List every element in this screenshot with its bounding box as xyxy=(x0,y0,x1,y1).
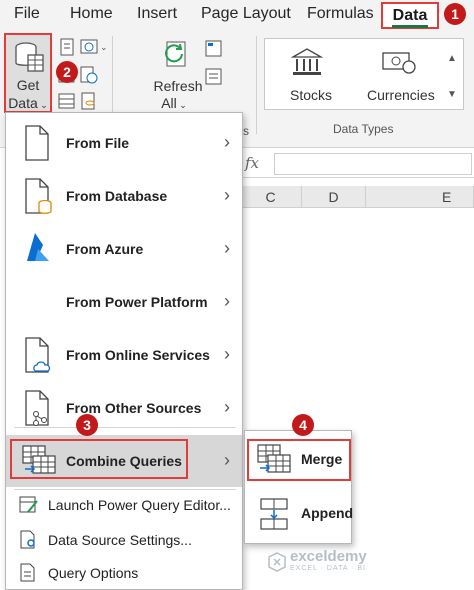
azure-logo-icon xyxy=(27,233,49,261)
cloud-file-icon xyxy=(25,337,51,373)
column-header-e[interactable]: E xyxy=(366,186,474,208)
menu-item-combine-queries[interactable]: Combine Queries › xyxy=(6,435,242,487)
chevron-down-icon: ⌄ xyxy=(37,100,48,110)
currency-icon[interactable] xyxy=(381,47,417,77)
tab-formulas[interactable]: Formulas xyxy=(307,5,374,23)
menu-divider xyxy=(14,427,236,428)
combine-queries-submenu: Merge Append xyxy=(244,430,354,544)
active-tab-indicator xyxy=(392,25,428,28)
chevron-right-icon: › xyxy=(224,397,230,417)
menu-item-label: Combine Queries xyxy=(66,453,182,469)
menu-item-label: Data Source Settings... xyxy=(48,532,192,548)
get-data-menu: From File › From Database › From Azure ›… xyxy=(5,112,243,590)
get-data-label-line1: Get xyxy=(16,77,40,93)
formula-input[interactable] xyxy=(274,153,472,175)
submenu-item-label: Append xyxy=(301,505,354,521)
menu-item-label: Query Options xyxy=(48,565,139,581)
svg-text:⌄: ⌄ xyxy=(100,42,108,52)
append-icon xyxy=(260,498,288,530)
column-header-d[interactable]: D xyxy=(302,186,366,208)
menu-item-label: From Database xyxy=(66,188,168,204)
menu-item-label: From Power Platform xyxy=(66,294,208,310)
tab-file[interactable]: File xyxy=(14,5,40,23)
tab-data-label: Data xyxy=(392,6,428,24)
tab-home[interactable]: Home xyxy=(70,5,113,23)
group-label-queries: s xyxy=(243,124,249,138)
group-separator xyxy=(256,36,257,134)
watermark-tagline: EXCEL · DATA · BI xyxy=(290,565,366,572)
get-data-label-line2: Data ⌄ xyxy=(8,95,48,111)
submenu-item-merge[interactable]: Merge xyxy=(245,435,351,485)
data-types-gallery: Stocks Currencies ▲ ▼ xyxy=(264,38,464,110)
chevron-right-icon: › xyxy=(224,132,230,152)
submenu-item-append[interactable]: Append xyxy=(245,489,354,539)
ribbon-tab-bar: File Home Insert Page Layout Formulas Da… xyxy=(0,0,474,30)
database-icon[interactable] xyxy=(80,92,98,110)
data-type-currencies[interactable]: Currencies xyxy=(367,87,435,103)
menu-item-from-azure[interactable]: From Azure › xyxy=(6,223,242,275)
tab-insert[interactable]: Insert xyxy=(137,5,177,23)
refresh-all-label-line1: Refresh xyxy=(153,78,203,94)
group-label-data-types: Data Types xyxy=(333,122,394,136)
recent-sources-icon[interactable] xyxy=(80,66,98,84)
gallery-scroll-down-icon[interactable]: ▼ xyxy=(447,89,457,100)
column-header-c[interactable]: C xyxy=(240,186,302,208)
bank-building-icon[interactable] xyxy=(291,47,323,77)
chevron-right-icon: › xyxy=(224,185,230,205)
chevron-right-icon: › xyxy=(224,238,230,258)
chevron-right-icon: › xyxy=(224,344,230,364)
properties-icon[interactable] xyxy=(205,68,223,86)
watermark-name: exceldemy xyxy=(290,548,367,565)
get-data-button[interactable]: Get Data ⌄ xyxy=(4,33,52,113)
step-badge-2: 2 xyxy=(56,61,78,83)
chevron-right-icon: › xyxy=(224,291,230,311)
menu-item-from-database[interactable]: From Database › xyxy=(6,170,242,222)
from-web-icon[interactable]: ⌄ xyxy=(80,38,108,56)
gallery-scroll-up-icon[interactable]: ▲ xyxy=(447,53,457,64)
step-badge-4: 4 xyxy=(292,414,314,436)
merge-icon xyxy=(257,444,291,473)
menu-item-data-source-settings[interactable]: Data Source Settings... xyxy=(6,524,242,556)
menu-item-label: From File xyxy=(66,135,130,151)
menu-item-query-options[interactable]: Query Options xyxy=(6,557,242,589)
refresh-all-label-line2: All ⌄ xyxy=(161,95,187,111)
menu-item-label: From Online Services xyxy=(66,347,210,363)
data-type-stocks[interactable]: Stocks xyxy=(290,87,332,103)
database-table-icon xyxy=(15,42,44,72)
power-query-editor-icon xyxy=(19,496,38,513)
queries-connections-icon[interactable] xyxy=(205,40,223,58)
database-file-icon xyxy=(25,178,52,214)
tab-page-layout[interactable]: Page Layout xyxy=(201,5,291,23)
submenu-item-label: Merge xyxy=(301,451,343,467)
formula-bar: fx xyxy=(240,150,474,178)
step-badge-3: 3 xyxy=(76,414,98,436)
chevron-down-icon: ⌄ xyxy=(176,100,187,110)
fx-icon[interactable]: fx xyxy=(245,154,259,172)
menu-item-label: Launch Power Query Editor... xyxy=(48,497,231,513)
refresh-icon[interactable] xyxy=(164,40,198,76)
other-sources-file-icon xyxy=(25,390,49,426)
menu-item-launch-power-query-editor[interactable]: Launch Power Query Editor... xyxy=(6,489,242,521)
existing-connections-icon[interactable] xyxy=(58,92,76,110)
menu-item-label: From Azure xyxy=(66,241,144,257)
combine-queries-icon xyxy=(22,445,56,474)
data-source-settings-icon xyxy=(20,530,35,549)
text-csv-icon[interactable] xyxy=(58,38,76,56)
chevron-right-icon: › xyxy=(224,450,230,470)
menu-item-from-online-services[interactable]: From Online Services › xyxy=(6,329,242,381)
menu-item-from-file[interactable]: From File › xyxy=(6,117,242,169)
exceldemy-logo-icon xyxy=(268,552,286,572)
query-options-icon xyxy=(20,563,35,582)
step-badge-1: 1 xyxy=(444,3,466,25)
menu-item-from-power-platform[interactable]: From Power Platform › xyxy=(6,276,242,328)
file-icon xyxy=(25,125,49,161)
